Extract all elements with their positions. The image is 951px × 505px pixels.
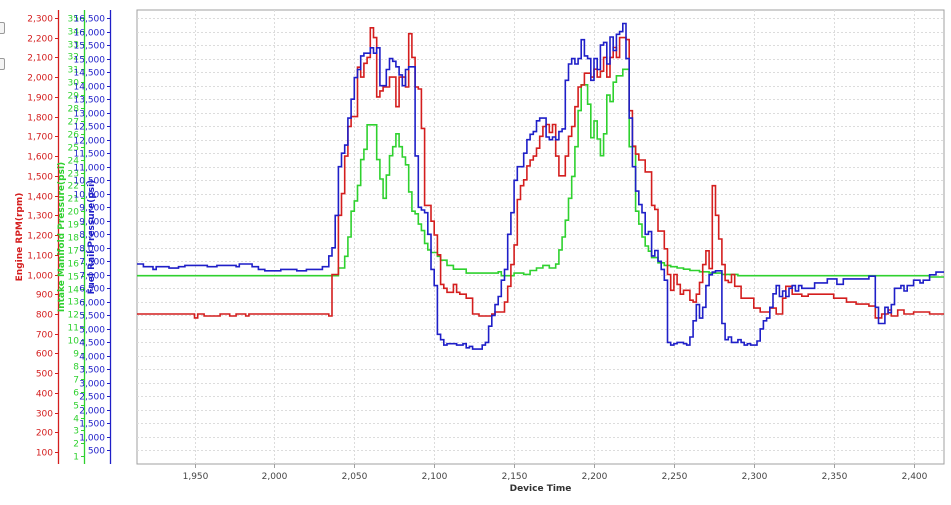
frp-tick-label: 500 (88, 447, 105, 457)
x-axis: 1,950 2,000 2,050 2,100 2,150 2,200 2,250 2,300… (183, 464, 928, 482)
map-tick-label: 20 (68, 208, 80, 218)
x-tick-label: 2,000 (262, 472, 288, 482)
map-tick-label: 12 (68, 311, 79, 321)
frp-tick-label: 1,500 (79, 420, 105, 430)
frp-tick-label: 15,500 (74, 42, 106, 52)
map-tick-label: 15 (68, 273, 79, 283)
frp-tick-label: 3,000 (79, 380, 105, 390)
frp-tick-label: 4,500 (79, 339, 105, 349)
rpm-tick-label: 1,000 (27, 272, 53, 282)
frp-tick-label: 12,500 (74, 123, 106, 133)
frp-tick-label: 5,500 (79, 312, 105, 322)
map-tick-label: 16 (68, 260, 80, 270)
x-tick-label: 2,150 (502, 472, 528, 482)
frp-tick-label: 2,500 (79, 393, 105, 403)
rpm-tick-label: 2,100 (27, 54, 53, 64)
rpm-tick-label: 200 (36, 429, 53, 439)
map-tick-label: 19 (68, 221, 80, 231)
map-tick-label: 14 (68, 286, 80, 296)
x-tick-label: 2,100 (422, 472, 448, 482)
chart-area: 100 200 300 400 500 600 700 800 900 1,000 1,100 1,2… (0, 0, 951, 500)
frp-tick-label: 14,500 (74, 69, 106, 79)
map-tick-label: 2 (73, 440, 79, 450)
rpm-axis: 100 200 300 400 500 600 700 800 900 1,000 1,100 1,2… (27, 10, 60, 464)
map-tick-label: 13 (68, 298, 79, 308)
rpm-tick-label: 2,300 (27, 15, 53, 25)
x-tick-label: 2,400 (902, 472, 928, 482)
map-tick-label: 18 (68, 234, 80, 244)
frp-tick-label: 13,000 (74, 110, 106, 120)
rpm-tick-label: 1,300 (27, 212, 53, 222)
x-tick-label: 1,950 (183, 472, 209, 482)
x-tick-label: 2,250 (662, 472, 688, 482)
rpm-tick-label: 1,700 (27, 133, 53, 143)
map-tick-label: 11 (68, 324, 79, 334)
rpm-tick-label: 1,200 (27, 232, 53, 242)
rpm-tick-label: 1,400 (27, 193, 53, 203)
frp-tick-label: 13,500 (74, 96, 106, 106)
rpm-tick-label: 1,800 (27, 114, 53, 124)
frp-tick-label: 4,000 (79, 353, 105, 363)
rpm-tick-label: 2,000 (27, 74, 53, 84)
side-panel-toggle[interactable] (0, 58, 5, 70)
map-tick-label: 3 (73, 427, 79, 437)
x-axis-title: Device Time (510, 484, 572, 494)
x-tick-label: 2,350 (822, 472, 848, 482)
rpm-tick-label: 800 (36, 311, 53, 321)
frp-tick-label: 11,000 (74, 164, 106, 174)
frp-tick-label: 14,000 (74, 83, 106, 93)
line-chart: 100 200 300 400 500 600 700 800 900 1,000 1,100 1,2… (15, 9, 945, 494)
frp-tick-label: 16,500 (74, 15, 106, 25)
frp-tick-label: 3,500 (79, 366, 105, 376)
rpm-tick-label: 300 (36, 410, 53, 420)
frp-tick-label: 15,000 (74, 56, 106, 66)
plot-frame (136, 9, 945, 465)
rpm-tick-label: 700 (36, 331, 53, 341)
map-tick-label: 7 (73, 376, 79, 386)
side-panel-toggle[interactable] (0, 22, 5, 34)
map-tick-label: 1 (73, 453, 79, 463)
rpm-tick-label: 900 (36, 291, 53, 301)
rpm-tick-label: 1,900 (27, 94, 53, 104)
rpm-tick-label: 600 (36, 350, 53, 360)
frp-axis-title: Fuel Rail Pressure(psi) (87, 180, 97, 295)
frp-tick-label: 6,000 (79, 299, 105, 309)
frp-tick-label: 5,000 (79, 326, 105, 336)
frp-tick-label: 2,000 (79, 407, 105, 417)
x-tick-label: 2,200 (582, 472, 608, 482)
rpm-tick-label: 1,100 (27, 252, 53, 262)
x-tick-label: 2,300 (742, 472, 768, 482)
frp-tick-label: 12,000 (74, 137, 106, 147)
frp-tick-label: 11,500 (74, 150, 106, 160)
frp-tick-label: 16,000 (74, 29, 106, 39)
rpm-tick-label: 100 (36, 449, 53, 459)
rpm-tick-label: 400 (36, 390, 53, 400)
x-tick-label: 2,050 (342, 472, 368, 482)
map-tick-label: 17 (68, 247, 79, 257)
rpm-tick-label: 2,200 (27, 35, 53, 45)
map-tick-label: 10 (68, 337, 80, 347)
rpm-tick-label: 500 (36, 370, 53, 380)
map-tick-label: 5 (73, 402, 79, 412)
map-axis-title: Intake Manifold Pressure(psi) (57, 162, 67, 312)
grid-lines (136, 9, 945, 465)
rpm-tick-label: 1,600 (27, 153, 53, 163)
rpm-tick-label: 1,500 (27, 173, 53, 183)
frp-tick-label: 1,000 (79, 434, 105, 444)
rpm-axis-title: Engine RPM(rpm) (15, 193, 25, 282)
